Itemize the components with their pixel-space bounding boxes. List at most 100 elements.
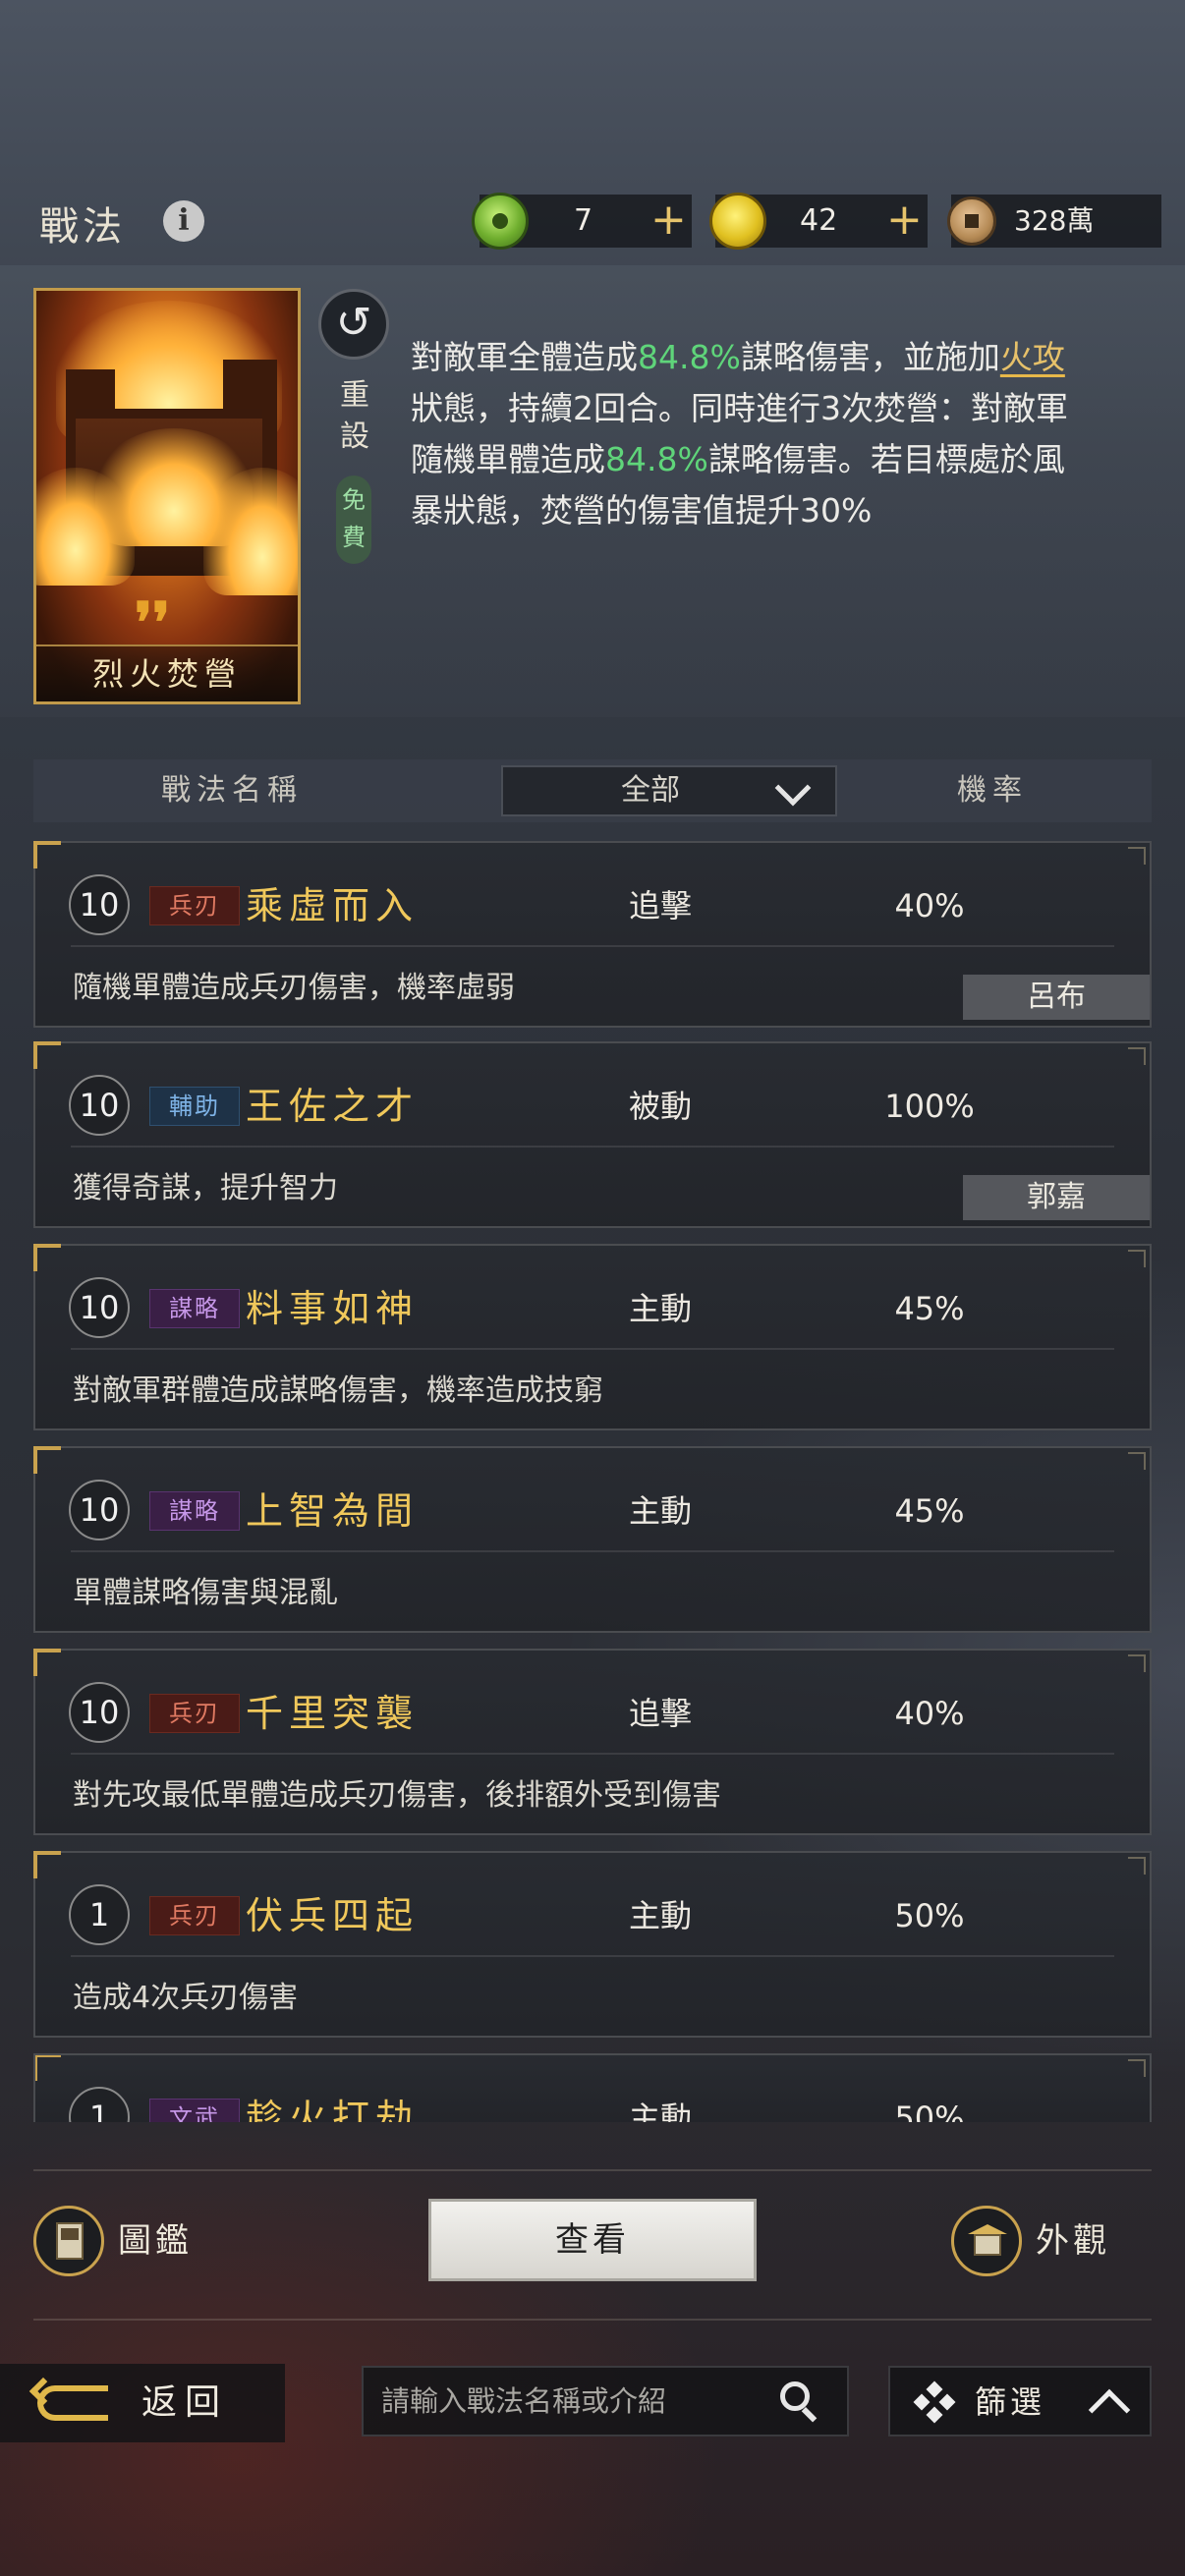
gold-resource: 42 +	[709, 193, 928, 250]
tactic-name: 千里突襲	[246, 1692, 420, 1735]
row-divider	[71, 1348, 1114, 1350]
tactic-summary: 對先攻最低單體造成兵刃傷害，後排額外受到傷害	[73, 1778, 721, 1813]
tactic-summary: 隨機單體造成兵刃傷害，機率虛弱	[73, 971, 515, 1005]
jade-resource: 7 +	[472, 193, 692, 250]
tactic-row[interactable]: 10 輔助 王佐之才 被動 100% 獲得奇謀，提升智力 郭嘉	[33, 1041, 1152, 1228]
tactic-rate: 45%	[894, 1290, 965, 1327]
codex-button[interactable]: 圖鑑	[33, 2206, 230, 2276]
tactic-name: 趁火打劫	[246, 2097, 420, 2122]
add-jade-button[interactable]: +	[650, 195, 687, 246]
row-divider	[71, 1753, 1114, 1755]
tactic-type: 主動	[629, 1897, 693, 1934]
tactic-row[interactable]: 1 兵刃 伏兵四起 主動 50% 造成4次兵刃傷害	[33, 1851, 1152, 2038]
filter-diamond-icon	[913, 2380, 956, 2424]
tactic-name: 乘虛而入	[246, 884, 420, 927]
row-divider	[71, 1550, 1114, 1552]
page-title: 戰法	[39, 204, 126, 250]
owner-badge: 郭嘉	[963, 1175, 1150, 1220]
tactic-rate: 100%	[884, 1088, 975, 1125]
tactic-summary: 獲得奇謀，提升智力	[73, 1171, 338, 1205]
add-gold-button[interactable]: +	[886, 195, 923, 246]
codex-icon	[33, 2206, 104, 2276]
filter-button[interactable]: 篩選	[888, 2366, 1152, 2436]
copper-resource: 328萬	[947, 195, 1161, 248]
tactic-tag: 兵刃	[149, 1896, 240, 1935]
search-box[interactable]	[362, 2366, 849, 2436]
tactic-description: 對敵軍全體造成84.8%謀略傷害，並施加火攻狀態，持續2回合。同時進行3次焚營：…	[411, 338, 1068, 530]
tactic-summary: 造成4次兵刃傷害	[73, 1981, 299, 2015]
tactic-name: 上智為間	[246, 1489, 420, 1533]
gold-coin-icon	[709, 193, 766, 250]
reset-label[interactable]: 重設	[340, 375, 369, 458]
tactic-tag: 文武	[149, 2099, 240, 2122]
tactic-rate: 40%	[894, 1695, 965, 1732]
back-button[interactable]: 返回	[0, 2364, 285, 2442]
copper-coin-icon	[947, 196, 996, 246]
tactic-type: 被動	[629, 1088, 693, 1125]
appearance-button[interactable]: 外觀	[951, 2206, 1148, 2276]
search-icon[interactable]	[780, 2381, 823, 2425]
name-column-header: 戰法名稱	[161, 773, 303, 808]
type-filter-dropdown[interactable]: 全部	[501, 765, 837, 816]
tactic-tag: 謀略	[149, 1289, 240, 1328]
tactic-card-name: 烈火焚營	[36, 644, 298, 701]
tactic-rate: 50%	[894, 1897, 965, 1934]
tactic-name: 料事如神	[246, 1287, 420, 1330]
search-input[interactable]	[381, 2378, 764, 2427]
pavilion-icon	[951, 2206, 1022, 2276]
tactic-row[interactable]: 10 兵刃 千里突襲 追擊 40% 對先攻最低單體造成兵刃傷害，後排額外受到傷害	[33, 1649, 1152, 1835]
row-divider	[71, 945, 1114, 947]
level-badge: 10	[69, 1277, 130, 1338]
chevron-down-icon	[774, 769, 812, 807]
tactic-tag: 兵刃	[149, 886, 240, 925]
level-badge: 10	[69, 1075, 130, 1136]
tactic-row[interactable]: 1 文武 趁火打劫 主動 50%	[33, 2053, 1152, 2122]
view-button[interactable]: 查看	[428, 2199, 757, 2281]
filter-value: 全部	[621, 773, 680, 808]
tactic-type: 追擊	[629, 887, 693, 924]
gold-count: 42	[800, 203, 838, 238]
rate-column-header: 機率	[957, 773, 1028, 808]
reset-icon[interactable]: ↺	[318, 289, 389, 360]
level-badge: 10	[69, 1480, 130, 1540]
tactic-rate: 45%	[894, 1492, 965, 1530]
reset-control[interactable]: ↺ 重設 免費	[316, 289, 391, 564]
tactic-tag: 輔助	[149, 1087, 240, 1126]
jade-count: 7	[574, 203, 593, 238]
tactic-name: 王佐之才	[246, 1085, 420, 1128]
tactic-summary: 單體謀略傷害與混亂	[73, 1576, 338, 1610]
tactic-row[interactable]: 10 謀略 料事如神 主動 45% 對敵軍群體造成謀略傷害，機率造成技窮	[33, 1244, 1152, 1430]
row-divider	[71, 1955, 1114, 1957]
row-divider	[71, 1146, 1114, 1148]
back-label: 返回	[141, 2382, 229, 2423]
owner-badge: 呂布	[963, 975, 1150, 1020]
tactic-card[interactable]: ❜❜ 烈火焚營	[33, 288, 301, 704]
tactic-type: 追擊	[629, 1695, 693, 1732]
list-header: 戰法名稱 全部 機率	[33, 759, 1152, 822]
tactic-tag: 謀略	[149, 1491, 240, 1531]
tactic-rate: 40%	[894, 887, 965, 924]
tactic-name: 伏兵四起	[246, 1894, 420, 1937]
tactic-rate: 50%	[894, 2100, 965, 2122]
tactic-tag: 兵刃	[149, 1694, 240, 1733]
fire-attack-link[interactable]: 火攻	[1000, 338, 1065, 376]
jade-icon	[472, 193, 529, 250]
free-badge: 免費	[336, 476, 371, 564]
tactic-type: 主動	[629, 1492, 693, 1530]
divider	[33, 2319, 1152, 2321]
tactic-row[interactable]: 10 謀略 上智為間 主動 45% 單體謀略傷害與混亂	[33, 1446, 1152, 1633]
chevron-up-icon[interactable]	[1088, 2388, 1131, 2432]
tactic-summary: 對敵軍群體造成謀略傷害，機率造成技窮	[73, 1373, 603, 1408]
level-badge: 1	[69, 1884, 130, 1945]
tactic-row[interactable]: 10 兵刃 乘虛而入 追擊 40% 隨機單體造成兵刃傷害，機率虛弱 呂布	[33, 841, 1152, 1028]
codex-label: 圖鑑	[118, 2221, 193, 2261]
divider	[33, 2169, 1152, 2171]
filter-label: 篩選	[975, 2383, 1046, 2421]
level-badge: 1	[69, 2087, 130, 2122]
tactic-type: 主動	[629, 2100, 693, 2122]
tactic-type: 主動	[629, 1290, 693, 1327]
copper-count: 328萬	[1014, 204, 1095, 237]
info-icon[interactable]: i	[163, 200, 204, 242]
appearance-label: 外觀	[1036, 2221, 1110, 2261]
level-badge: 10	[69, 874, 130, 935]
